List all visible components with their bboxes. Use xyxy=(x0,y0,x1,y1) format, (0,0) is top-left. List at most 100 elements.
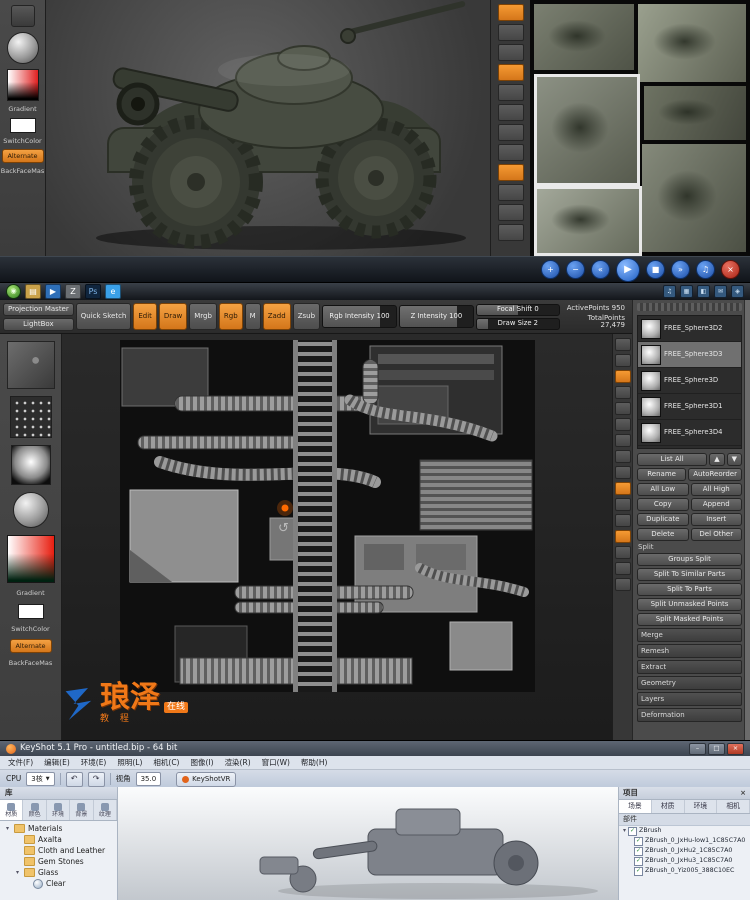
local-icon[interactable] xyxy=(497,84,524,101)
explorer-icon[interactable]: ▤ xyxy=(25,284,41,299)
maximize-button[interactable]: □ xyxy=(708,742,725,755)
tray-antivirus-icon[interactable]: ◈ xyxy=(731,285,744,298)
start-button[interactable]: ◉ xyxy=(6,284,21,299)
player-stop-button[interactable]: ■ xyxy=(646,260,665,279)
material-sphere[interactable] xyxy=(12,492,49,528)
all-high-button[interactable]: All High xyxy=(690,483,742,496)
tray-network-icon[interactable]: ▦ xyxy=(680,285,693,298)
tab-scene[interactable]: 场景 xyxy=(619,800,652,813)
insert-button[interactable]: Insert xyxy=(690,513,742,526)
scene-part-row[interactable]: ✓ ZBrush_0_Yiz005_388C10EC xyxy=(619,866,750,876)
menu-render[interactable]: 渲染(R) xyxy=(225,759,251,767)
strip-icon[interactable] xyxy=(614,354,631,367)
rgb-button[interactable]: Rgb xyxy=(218,303,243,330)
menu-edit[interactable]: 编辑(E) xyxy=(44,759,70,767)
color-picker[interactable] xyxy=(6,535,55,583)
strip-icon[interactable] xyxy=(614,402,631,415)
subtool-item[interactable]: FREE_Sphere3D xyxy=(638,368,741,394)
quick-sketch-button[interactable]: Quick Sketch xyxy=(75,303,132,330)
document-canvas[interactable]: ↺ 琅泽 在线 教 程 xyxy=(62,334,612,740)
viewport-3d-tank[interactable] xyxy=(46,0,490,256)
part-checkbox[interactable]: ✓ xyxy=(634,846,643,856)
gradient-toggle[interactable]: Gradient xyxy=(16,590,44,597)
strip-icon[interactable] xyxy=(614,418,631,431)
tray-volume-icon[interactable]: ♫ xyxy=(663,285,676,298)
minimize-button[interactable]: – xyxy=(689,742,706,755)
section-deformation[interactable]: Deformation xyxy=(637,708,742,722)
list-all-button[interactable]: List All xyxy=(637,453,708,466)
rgb-intensity-slider[interactable]: Rgb Intensity 100 xyxy=(322,305,397,328)
browser-icon[interactable]: e xyxy=(105,284,121,299)
menu-image[interactable]: 图像(I) xyxy=(190,759,213,767)
projection-master-button[interactable]: Projection Master xyxy=(3,302,74,316)
draw-button[interactable]: Draw xyxy=(158,303,188,330)
switchcolor-button[interactable]: SwitchColor xyxy=(3,137,41,145)
split-similar-parts-button[interactable]: Split To Similar Parts xyxy=(637,568,742,581)
all-low-button[interactable]: All Low xyxy=(637,483,689,496)
split-masked-button[interactable]: Split Masked Points xyxy=(637,613,742,626)
floor-icon[interactable] xyxy=(497,64,524,81)
player-play-button[interactable]: ▶ xyxy=(616,257,640,282)
menu-window[interactable]: 窗口(W) xyxy=(262,759,290,767)
palette-grip[interactable] xyxy=(637,303,742,311)
bpr-icon[interactable] xyxy=(497,4,524,21)
zoom-icon[interactable] xyxy=(497,204,524,221)
lsym-icon[interactable] xyxy=(497,104,524,121)
keyshot-titlebar[interactable]: KeyShot 5.1 Pro - untitled.bip - 64 bit … xyxy=(0,741,750,756)
section-extract[interactable]: Extract xyxy=(637,660,742,674)
scrollpan-icon[interactable] xyxy=(497,224,524,241)
palette-scrollbar[interactable] xyxy=(744,300,750,740)
part-checkbox[interactable]: ✓ xyxy=(634,856,643,866)
uv-texture-flat-view[interactable]: ↺ xyxy=(120,340,535,692)
duplicate-button[interactable]: Duplicate xyxy=(637,513,689,526)
player-volume-button[interactable]: ♫ xyxy=(696,260,715,279)
subtool-item-selected[interactable]: FREE_Sphere3D3 xyxy=(638,342,741,368)
focal-shift-slider[interactable]: Focal Shift 0 xyxy=(475,303,560,316)
root-checkbox[interactable]: ✓ xyxy=(628,826,638,836)
color-swatch[interactable] xyxy=(17,603,44,619)
tree-row-materials[interactable]: ▾ Materials xyxy=(0,823,117,834)
tree-row-axalta[interactable]: Axalta xyxy=(0,834,117,845)
mrgb-button[interactable]: Mrgb xyxy=(189,303,217,330)
gradient-toggle[interactable]: Gradient xyxy=(8,106,36,113)
z-intensity-slider[interactable]: Z Intensity 100 xyxy=(398,305,474,328)
tab-material[interactable]: 材质 xyxy=(651,800,685,813)
copy-button[interactable]: Copy xyxy=(637,498,689,511)
transp-icon[interactable] xyxy=(497,124,524,141)
tree-row-cloth[interactable]: Cloth and Leather xyxy=(0,845,117,856)
m-button[interactable]: M xyxy=(244,303,261,330)
scroll-icon[interactable] xyxy=(497,24,524,41)
menu-lighting[interactable]: 照明(L) xyxy=(117,759,142,767)
fov-field[interactable]: 35.0 xyxy=(135,772,162,786)
strip-icon-active[interactable] xyxy=(614,482,631,495)
frame-icon[interactable] xyxy=(497,184,524,201)
tool-icon[interactable] xyxy=(10,5,35,27)
player-zoom-in-button[interactable]: + xyxy=(541,260,560,279)
draw-size-slider[interactable]: Draw Size 2 xyxy=(475,317,560,330)
strip-icon[interactable] xyxy=(614,466,631,479)
switchcolor-button[interactable]: SwitchColor xyxy=(11,625,49,633)
tab-environments[interactable]: 环境 xyxy=(46,800,71,820)
subtool-down-button[interactable]: ▼ xyxy=(726,453,742,466)
solo-icon[interactable] xyxy=(497,164,524,181)
part-checkbox[interactable]: ✓ xyxy=(634,866,643,876)
strip-icon[interactable] xyxy=(614,562,631,575)
tree-row-glass[interactable]: ▾ Glass xyxy=(0,867,117,878)
backfacemask-button[interactable]: BackFaceMas xyxy=(9,660,52,667)
media-player-icon[interactable]: ▶ xyxy=(45,284,61,299)
player-close-button[interactable]: × xyxy=(721,260,740,279)
keyshotvr-button[interactable]: KeyShotVR xyxy=(176,771,237,787)
strip-icon[interactable] xyxy=(614,546,631,559)
backfacemask-button[interactable]: BackFaceMas xyxy=(1,168,44,175)
strip-icon[interactable] xyxy=(614,386,631,399)
zsub-button[interactable]: Zsub xyxy=(292,303,321,330)
rename-button[interactable]: Rename xyxy=(637,468,687,481)
tab-backplates[interactable]: 背景 xyxy=(70,800,94,820)
zadd-button[interactable]: Zadd xyxy=(262,303,291,330)
menu-camera[interactable]: 相机(C) xyxy=(153,759,179,767)
subtool-item[interactable]: FREE_Sphere3D4 xyxy=(638,420,741,446)
alternate-button[interactable]: Alternate xyxy=(1,149,44,163)
tab-environment[interactable]: 环境 xyxy=(684,800,718,813)
tab-materials[interactable]: 材质 xyxy=(0,800,24,820)
delete-button[interactable]: Delete xyxy=(637,528,689,541)
